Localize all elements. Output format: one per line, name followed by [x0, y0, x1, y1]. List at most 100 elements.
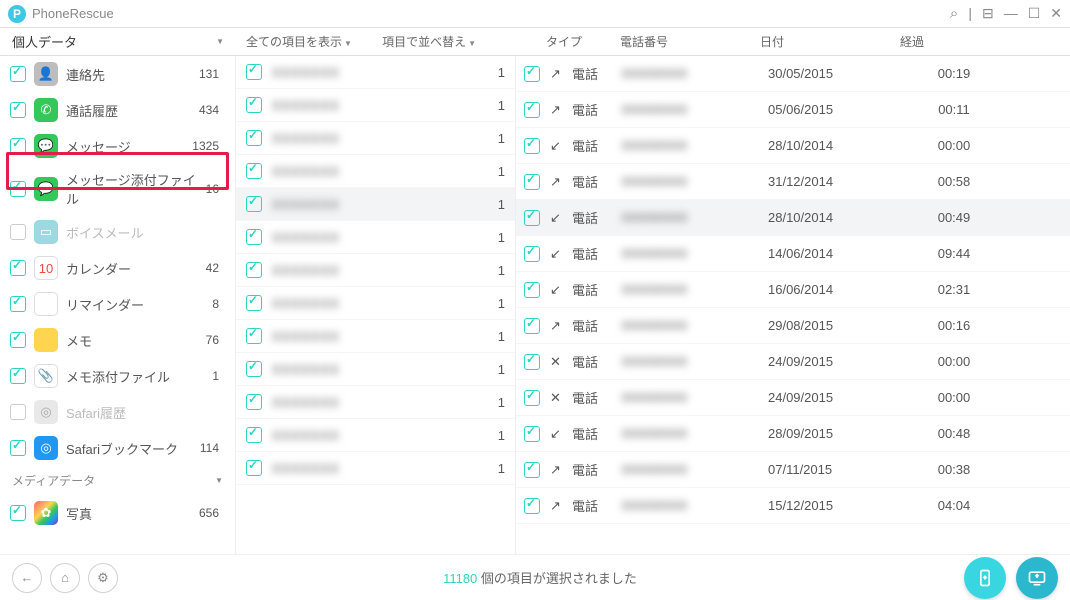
- call-type: 電話: [572, 316, 616, 335]
- checkbox[interactable]: [524, 66, 540, 82]
- checkbox[interactable]: [10, 505, 26, 521]
- checkbox[interactable]: [10, 296, 26, 312]
- col-duration[interactable]: 経過: [892, 33, 992, 50]
- layout-icon[interactable]: ⊟: [982, 5, 994, 22]
- call-row[interactable]: 電話 00000000 29/08/2015 00:16: [516, 308, 1070, 344]
- checkbox[interactable]: [524, 174, 540, 190]
- checkbox[interactable]: [524, 138, 540, 154]
- call-row[interactable]: 電話 00000000 28/10/2014 00:49: [516, 200, 1070, 236]
- sidebar-item-0[interactable]: 👤 連絡先 131: [0, 56, 235, 92]
- checkbox[interactable]: [10, 368, 26, 384]
- sidebar-item-7[interactable]: メモ 76: [0, 322, 235, 358]
- call-row[interactable]: 電話 00000000 28/09/2015 00:48: [516, 416, 1070, 452]
- maximize-icon[interactable]: ☐: [1028, 5, 1041, 22]
- checkbox[interactable]: [246, 460, 262, 476]
- checkbox[interactable]: [10, 66, 26, 82]
- checkbox[interactable]: [10, 260, 26, 276]
- col-type[interactable]: タイプ: [538, 33, 612, 50]
- checkbox[interactable]: [10, 224, 26, 240]
- recover-device-button[interactable]: [964, 557, 1006, 599]
- checkbox[interactable]: [524, 354, 540, 370]
- sidebar-item-9[interactable]: ◎ Safari履歴: [0, 394, 235, 430]
- checkbox[interactable]: [524, 318, 540, 334]
- call-row[interactable]: 電話 00000000 24/09/2015 00:00: [516, 344, 1070, 380]
- checkbox[interactable]: [524, 282, 540, 298]
- checkbox[interactable]: [10, 181, 26, 197]
- col-phone[interactable]: 電話番号: [612, 33, 752, 50]
- phone-number-blurred: 00000000: [622, 390, 762, 405]
- sidebar-item-10[interactable]: ◎ Safariブックマーク 114: [0, 430, 235, 466]
- call-row[interactable]: 電話 00000000 24/09/2015 00:00: [516, 380, 1070, 416]
- sidebar-item-3[interactable]: 💬 メッセージ添付ファイル 16: [0, 164, 235, 214]
- minimize-icon[interactable]: —: [1004, 5, 1018, 22]
- checkbox[interactable]: [246, 163, 262, 179]
- checkbox[interactable]: [10, 404, 26, 420]
- checkbox[interactable]: [524, 210, 540, 226]
- sidebar-item-6[interactable]: ≡ リマインダー 8: [0, 286, 235, 322]
- column-header: 個人データ ▼ 全ての項目を表示▼ 項目で並べ替え▼ タイプ 電話番号 日付 経…: [0, 28, 1070, 56]
- contact-row[interactable]: XXXXXXX 1: [236, 419, 515, 452]
- settings-button[interactable]: ⚙: [88, 563, 118, 593]
- contact-row[interactable]: XXXXXXX 1: [236, 320, 515, 353]
- checkbox[interactable]: [524, 426, 540, 442]
- call-row[interactable]: 電話 00000000 15/12/2015 04:04: [516, 488, 1070, 524]
- contact-row[interactable]: XXXXXXX 1: [236, 452, 515, 485]
- checkbox[interactable]: [246, 295, 262, 311]
- group-media[interactable]: メディアデータ▼: [0, 466, 235, 495]
- call-row[interactable]: 電話 00000000 30/05/2015 00:19: [516, 56, 1070, 92]
- status-suffix: 個の項目が選択されました: [477, 571, 637, 586]
- contact-row[interactable]: XXXXXXX 1: [236, 188, 515, 221]
- checkbox[interactable]: [524, 390, 540, 406]
- col-showall[interactable]: 全ての項目を表示▼ 項目で並べ替え▼: [236, 33, 516, 50]
- divider-icon: |: [968, 5, 972, 22]
- checkbox[interactable]: [524, 498, 540, 514]
- contact-row[interactable]: XXXXXXX 1: [236, 386, 515, 419]
- sidebar-item-8[interactable]: 📎 メモ添付ファイル 1: [0, 358, 235, 394]
- sidebar-item-1[interactable]: ✆ 通話履歴 434: [0, 92, 235, 128]
- call-type: 電話: [572, 424, 616, 443]
- contact-row[interactable]: XXXXXXX 1: [236, 56, 515, 89]
- sidebar-item-2[interactable]: 💬 メッセージ 1325: [0, 128, 235, 164]
- checkbox[interactable]: [10, 332, 26, 348]
- checkbox[interactable]: [246, 394, 262, 410]
- call-row[interactable]: 電話 00000000 31/12/2014 00:58: [516, 164, 1070, 200]
- call-row[interactable]: 電話 00000000 14/06/2014 09:44: [516, 236, 1070, 272]
- call-date: 28/10/2014: [768, 138, 908, 153]
- contact-row[interactable]: XXXXXXX 1: [236, 221, 515, 254]
- checkbox[interactable]: [246, 262, 262, 278]
- home-button[interactable]: ⌂: [50, 563, 80, 593]
- back-button[interactable]: ←: [12, 563, 42, 593]
- sidebar-media-item-0[interactable]: ✿ 写真 656: [0, 495, 235, 531]
- contact-row[interactable]: XXXXXXX 1: [236, 353, 515, 386]
- checkbox[interactable]: [10, 440, 26, 456]
- contact-row[interactable]: XXXXXXX 1: [236, 287, 515, 320]
- contact-row[interactable]: XXXXXXX 1: [236, 122, 515, 155]
- col-date[interactable]: 日付: [752, 33, 892, 50]
- contact-row[interactable]: XXXXXXX 1: [236, 155, 515, 188]
- call-row[interactable]: 電話 00000000 07/11/2015 00:38: [516, 452, 1070, 488]
- checkbox[interactable]: [246, 130, 262, 146]
- contact-row[interactable]: XXXXXXX 1: [236, 254, 515, 287]
- close-icon[interactable]: ✕: [1050, 5, 1062, 22]
- checkbox[interactable]: [246, 427, 262, 443]
- checkbox[interactable]: [246, 229, 262, 245]
- checkbox[interactable]: [246, 328, 262, 344]
- checkbox[interactable]: [524, 462, 540, 478]
- recover-computer-button[interactable]: [1016, 557, 1058, 599]
- search-icon[interactable]: ⌕: [950, 5, 958, 22]
- call-row[interactable]: 電話 00000000 28/10/2014 00:00: [516, 128, 1070, 164]
- contact-row[interactable]: XXXXXXX 1: [236, 89, 515, 122]
- checkbox[interactable]: [10, 138, 26, 154]
- call-row[interactable]: 電話 00000000 16/06/2014 02:31: [516, 272, 1070, 308]
- sidebar-item-4[interactable]: ▭ ボイスメール: [0, 214, 235, 250]
- checkbox[interactable]: [10, 102, 26, 118]
- call-row[interactable]: 電話 00000000 05/06/2015 00:11: [516, 92, 1070, 128]
- checkbox[interactable]: [246, 361, 262, 377]
- checkbox[interactable]: [524, 246, 540, 262]
- checkbox[interactable]: [246, 196, 262, 212]
- checkbox[interactable]: [246, 97, 262, 113]
- sidebar-item-5[interactable]: 10 カレンダー 42: [0, 250, 235, 286]
- sidebar-header[interactable]: 個人データ ▼: [0, 32, 236, 51]
- checkbox[interactable]: [524, 102, 540, 118]
- checkbox[interactable]: [246, 64, 262, 80]
